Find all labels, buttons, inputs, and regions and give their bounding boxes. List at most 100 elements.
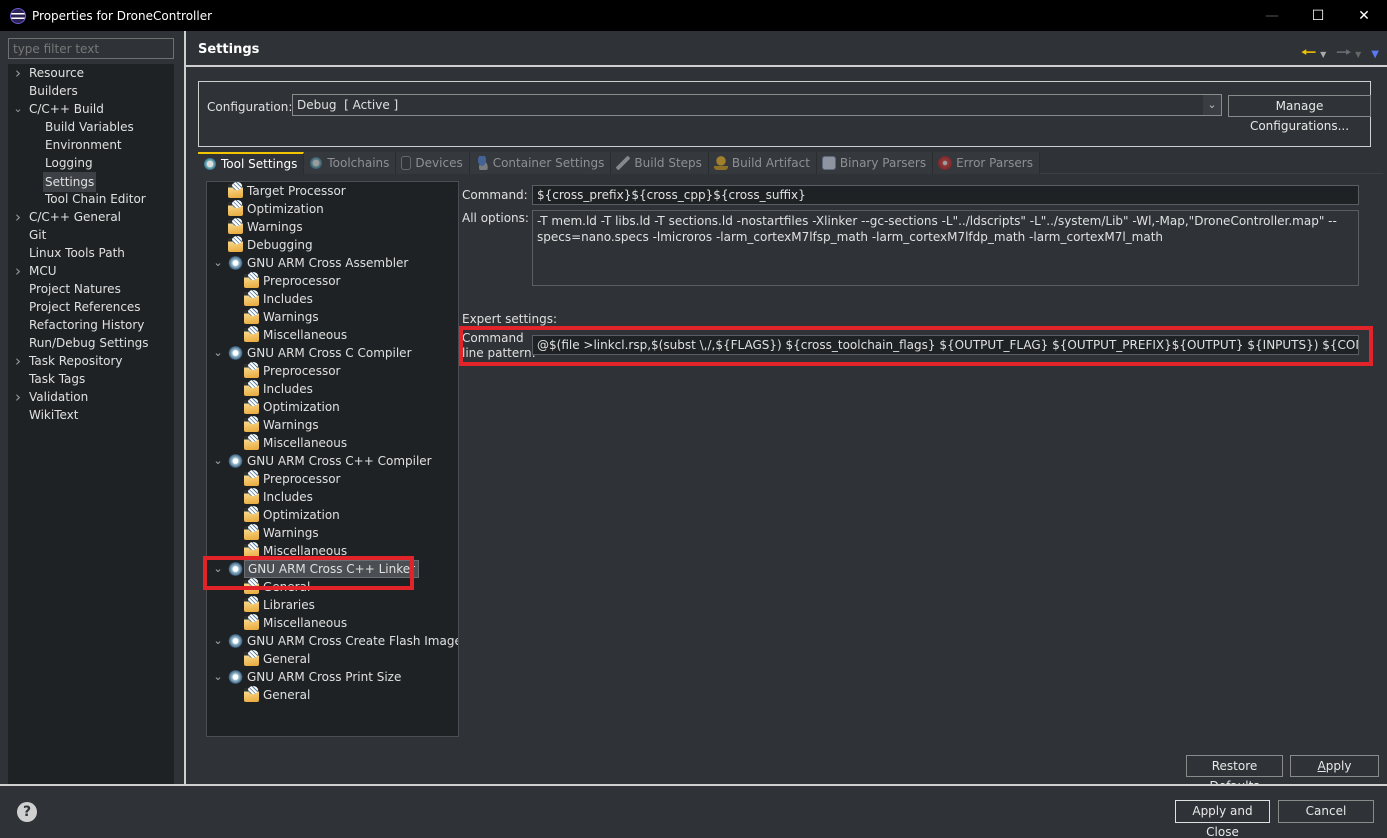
chevron-right-icon[interactable]: › xyxy=(12,64,24,82)
tab-container-settings[interactable]: Container Settings xyxy=(469,152,612,174)
option-node[interactable]: Target Processor xyxy=(207,182,458,200)
option-node[interactable]: Miscellaneous xyxy=(207,434,458,452)
nav-item[interactable]: › Validation xyxy=(8,388,174,406)
option-node[interactable]: General xyxy=(207,650,458,668)
option-node[interactable]: General xyxy=(207,686,458,704)
chevron-down-icon[interactable]: ⌄ xyxy=(212,254,224,272)
nav-item[interactable]: Tool Chain Editor xyxy=(8,190,174,208)
configuration-select[interactable]: Debug [ Active ] ⌄ xyxy=(292,94,1222,116)
apply-button[interactable]: Apply xyxy=(1290,755,1379,777)
option-node[interactable]: Includes xyxy=(207,290,458,308)
restore-defaults-button[interactable]: Restore Defaults xyxy=(1186,755,1283,793)
nav-item[interactable]: › Resource xyxy=(8,64,174,82)
nav-item[interactable]: Environment xyxy=(8,136,174,154)
option-node[interactable]: Optimization xyxy=(207,398,458,416)
chevron-down-icon[interactable]: ⌄ xyxy=(212,452,224,470)
chevron-right-icon[interactable]: › xyxy=(12,388,24,406)
nav-item[interactable]: Refactoring History xyxy=(8,316,174,334)
tree-node-label: Target Processor xyxy=(247,184,346,198)
toolchains-icon xyxy=(309,156,324,170)
nav-item[interactable]: Project Natures xyxy=(8,280,174,298)
filter-input[interactable] xyxy=(8,38,174,59)
option-node[interactable]: Optimization xyxy=(207,506,458,524)
option-node[interactable]: Debugging xyxy=(207,236,458,254)
tool-node[interactable]: ⌄ GNU ARM Cross Assembler xyxy=(207,254,458,272)
option-node[interactable]: Preprocessor xyxy=(207,362,458,380)
chevron-right-icon[interactable]: › xyxy=(12,208,24,226)
view-menu-icon[interactable]: ▼ xyxy=(1371,49,1379,60)
page-title: Settings xyxy=(198,42,260,57)
apply-and-close-button[interactable]: Apply and Close xyxy=(1175,800,1270,838)
option-category-icon xyxy=(244,434,259,450)
nav-item[interactable]: › C/C++ General xyxy=(8,208,174,226)
nav-item[interactable]: › MCU xyxy=(8,262,174,280)
nav-item[interactable]: WikiText xyxy=(8,406,174,424)
tool-node[interactable]: ⌄ GNU ARM Cross C++ Linker xyxy=(207,560,458,578)
nav-item-label: Run/Debug Settings xyxy=(29,336,149,350)
nav-item[interactable]: Linux Tools Path xyxy=(8,244,174,262)
command-line-pattern-input[interactable]: @$(file >linkcl.rsp,$(subst \,/,${FLAGS}… xyxy=(532,335,1359,355)
chevron-down-icon[interactable]: ⌄ xyxy=(1203,95,1221,115)
nav-item[interactable]: Git xyxy=(8,226,174,244)
nav-item[interactable]: Build Variables xyxy=(8,118,174,136)
nav-item[interactable]: ⌄ C/C++ Build xyxy=(8,100,174,118)
minimize-button[interactable]: — xyxy=(1249,0,1295,31)
tab-binary-parsers[interactable]: Binary Parsers xyxy=(816,152,934,174)
close-button[interactable]: ✕ xyxy=(1341,0,1387,31)
tool-node[interactable]: ⌄ GNU ARM Cross C++ Compiler xyxy=(207,452,458,470)
forward-dropdown-icon[interactable]: ▼ xyxy=(1355,50,1361,59)
option-node[interactable]: Optimization xyxy=(207,200,458,218)
option-node[interactable]: Miscellaneous xyxy=(207,326,458,344)
nav-item[interactable]: Logging xyxy=(8,154,174,172)
cancel-button[interactable]: Cancel xyxy=(1278,800,1374,823)
tab-tool-settings[interactable]: Tool Settings xyxy=(198,152,305,174)
nav-item[interactable]: Task Tags xyxy=(8,370,174,388)
nav-item[interactable]: Settings xyxy=(8,172,174,192)
option-node[interactable]: Miscellaneous xyxy=(207,614,458,632)
option-node[interactable]: Preprocessor xyxy=(207,470,458,488)
tab-build-steps[interactable]: Build Steps xyxy=(611,152,709,174)
chevron-right-icon[interactable]: › xyxy=(12,352,24,370)
help-icon[interactable]: ? xyxy=(17,802,37,822)
tab-label: Devices xyxy=(415,155,463,170)
nav-item[interactable]: Builders xyxy=(8,82,174,100)
option-node[interactable]: Warnings xyxy=(207,218,458,236)
chevron-down-icon[interactable]: ⌄ xyxy=(212,632,224,650)
tab-devices[interactable]: Devices xyxy=(396,152,470,174)
forward-arrow-icon[interactable]: 🠒 xyxy=(1336,40,1351,69)
option-node[interactable]: Preprocessor xyxy=(207,272,458,290)
chevron-down-icon[interactable]: ⌄ xyxy=(212,668,224,686)
option-node[interactable]: Libraries xyxy=(207,596,458,614)
tab-build-artifact[interactable]: Build Artifact xyxy=(708,152,817,174)
tool-node[interactable]: ⌄ GNU ARM Cross C Compiler xyxy=(207,344,458,362)
tab-label: Error Parsers xyxy=(956,155,1033,170)
chevron-right-icon[interactable]: › xyxy=(12,262,24,280)
option-node[interactable]: Warnings xyxy=(207,416,458,434)
tree-node-label: Miscellaneous xyxy=(263,436,348,450)
maximize-button[interactable]: ☐ xyxy=(1295,0,1341,31)
tool-node[interactable]: ⌄ GNU ARM Cross Print Size xyxy=(207,668,458,686)
chevron-down-icon[interactable]: ⌄ xyxy=(212,560,224,578)
option-node[interactable]: Warnings xyxy=(207,524,458,542)
tab-error-parsers[interactable]: Error Parsers xyxy=(933,152,1040,174)
option-node[interactable]: General xyxy=(207,578,458,596)
nav-item[interactable]: Run/Debug Settings xyxy=(8,334,174,352)
tree-node-label: GNU ARM Cross Create Flash Image xyxy=(247,634,459,648)
tab-toolchains[interactable]: Toolchains xyxy=(304,152,397,174)
tool-node[interactable]: ⌄ GNU ARM Cross Create Flash Image xyxy=(207,632,458,650)
back-dropdown-icon[interactable]: ▼ xyxy=(1320,50,1326,59)
nav-item[interactable]: Project References xyxy=(8,298,174,316)
option-node[interactable]: Includes xyxy=(207,488,458,506)
chevron-down-icon[interactable]: ⌄ xyxy=(12,100,24,118)
option-node[interactable]: Miscellaneous xyxy=(207,542,458,560)
back-arrow-icon[interactable]: 🠐 xyxy=(1301,40,1316,69)
option-node[interactable]: Includes xyxy=(207,380,458,398)
option-category-icon xyxy=(244,290,259,306)
tree-node-label: Debugging xyxy=(247,238,313,252)
nav-item[interactable]: › Task Repository xyxy=(8,352,174,370)
all-options-textarea[interactable]: -T mem.ld -T libs.ld -T sections.ld -nos… xyxy=(532,210,1359,286)
manage-configurations-button[interactable]: Manage Configurations... xyxy=(1228,95,1371,133)
option-node[interactable]: Warnings xyxy=(207,308,458,326)
command-input[interactable]: ${cross_prefix}${cross_cpp}${cross_suffi… xyxy=(532,185,1359,205)
chevron-down-icon[interactable]: ⌄ xyxy=(212,344,224,362)
